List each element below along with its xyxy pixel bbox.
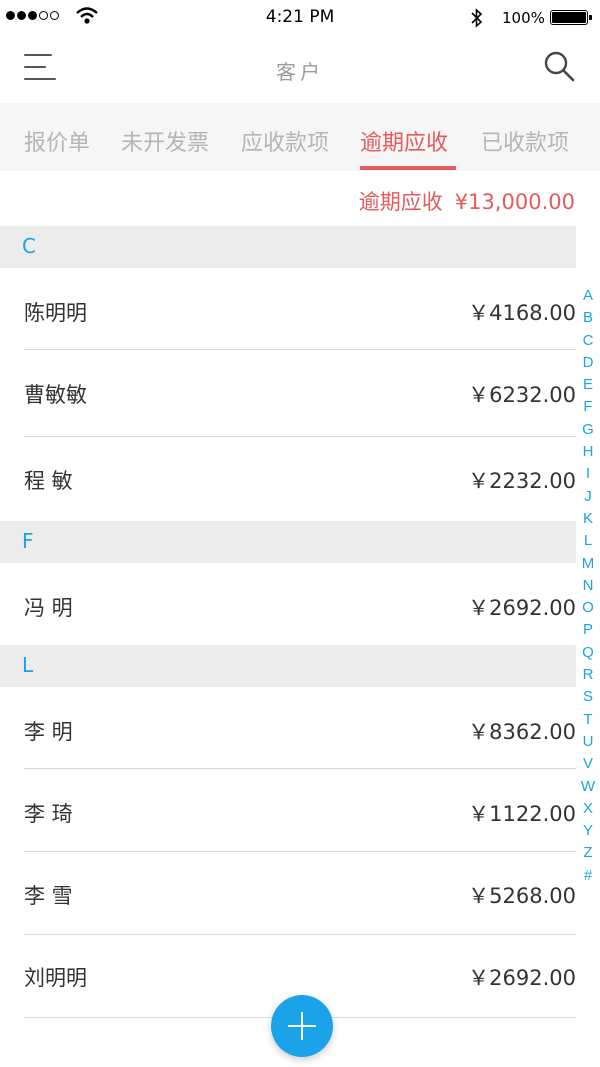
battery-icon [550,10,592,25]
tab-received-payments[interactable]: 已收款项 [481,125,569,157]
customer-row[interactable]: 程 敏 ￥2232.00 [0,437,576,521]
search-icon[interactable] [543,50,577,84]
customer-name: 曹敏敏 [24,383,87,407]
index-letter[interactable]: W [577,776,599,798]
index-letter[interactable]: Z [577,842,599,864]
index-letter[interactable]: P [577,619,599,641]
section-header-c: C [0,226,576,268]
customer-amount: ￥2692.00 [468,596,576,620]
overdue-total-amount: ¥13,000.00 [454,190,575,214]
customer-amount: ￥2232.00 [468,469,576,493]
index-letter[interactable]: S [577,686,599,708]
customer-name: 李 雪 [24,884,73,908]
index-letter[interactable]: F [577,396,599,418]
index-letter[interactable]: G [577,419,599,441]
customer-row[interactable]: 李 雪 ￥5268.00 [0,852,576,934]
index-letter[interactable]: C [577,330,599,352]
customer-amount: ￥6232.00 [468,383,576,407]
alphabet-index-bar[interactable]: A B C D E F G H I J K L M N O P Q R S T U V W X Y Z # [577,285,599,887]
index-letter[interactable]: E [577,374,599,396]
index-letter[interactable]: # [577,865,599,887]
tab-quotation[interactable]: 报价单 [24,125,90,157]
add-button[interactable] [271,995,333,1057]
section-header-f: F [0,521,576,563]
index-letter[interactable]: N [577,575,599,597]
index-letter[interactable]: V [577,753,599,775]
page-title: 客户 [276,60,324,84]
customer-name: 李 明 [24,720,73,744]
index-letter[interactable]: K [577,508,599,530]
customer-amount: ￥2692.00 [468,966,576,990]
index-letter[interactable]: I [577,463,599,485]
index-letter[interactable]: T [577,709,599,731]
section-letter: L [22,653,34,677]
tab-receivables[interactable]: 应收款项 [241,125,329,157]
index-letter[interactable]: O [577,597,599,619]
section-header-l: L [0,645,576,687]
status-bar: 4:21 PM 100% [0,0,600,36]
navigation-bar: 客户 [0,36,600,102]
customer-row[interactable]: 冯 明 ￥2692.00 [0,563,576,645]
battery-percent: 100% [502,9,545,27]
customer-row[interactable]: 陈明明 ￥4168.00 [0,268,576,350]
section-letter: F [22,529,34,553]
bluetooth-icon [471,8,483,28]
customer-name: 程 敏 [24,469,73,493]
index-letter[interactable]: J [577,486,599,508]
customer-name: 李 琦 [24,802,73,826]
tab-overdue-receivables[interactable]: 逾期应收 [360,125,448,157]
customer-row[interactable]: 李 琦 ￥1122.00 [0,769,576,851]
index-letter[interactable]: L [577,530,599,552]
customer-row[interactable]: 曹敏敏 ￥6232.00 [0,350,576,436]
tab-uninvoiced[interactable]: 未开发票 [121,125,209,157]
index-letter[interactable]: X [577,798,599,820]
customer-name: 冯 明 [24,596,73,620]
index-letter[interactable]: R [577,664,599,686]
overdue-total: 逾期应收 ¥13,000.00 [359,186,575,216]
index-letter[interactable]: B [577,307,599,329]
customer-name: 陈明明 [24,301,87,325]
index-letter[interactable]: A [577,285,599,307]
index-letter[interactable]: D [577,352,599,374]
index-letter[interactable]: H [577,441,599,463]
customer-amount: ￥4168.00 [468,301,576,325]
index-letter[interactable]: M [577,553,599,575]
customer-row[interactable]: 李 明 ￥8362.00 [0,687,576,768]
index-letter[interactable]: U [577,731,599,753]
index-letter[interactable]: Q [577,642,599,664]
index-letter[interactable]: Y [577,820,599,842]
customer-amount: ￥8362.00 [468,720,576,744]
section-letter: C [22,234,36,258]
customer-amount: ￥5268.00 [468,884,576,908]
customer-name: 刘明明 [24,966,87,990]
active-tab-indicator [360,166,456,170]
filter-tabs: 报价单 未开发票 应收款项 逾期应收 已收款项 [0,103,600,171]
overdue-total-label: 逾期应收 [358,190,443,214]
customer-amount: ￥1122.00 [468,802,576,826]
